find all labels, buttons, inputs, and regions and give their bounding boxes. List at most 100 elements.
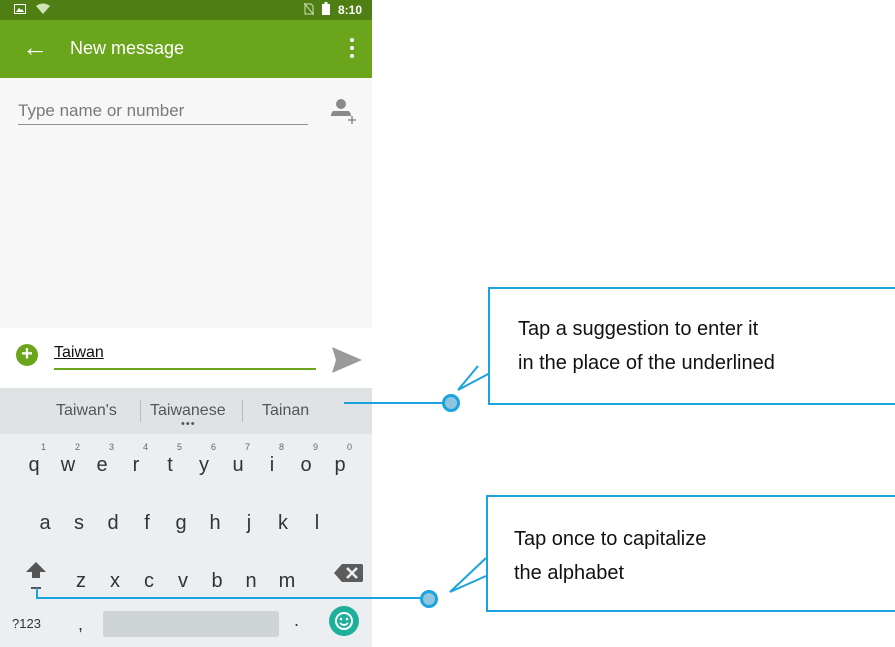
recipients-area (0, 78, 372, 328)
key-r[interactable]: 4r (119, 440, 153, 480)
key-label: f (144, 512, 150, 534)
backspace-key[interactable] (333, 562, 365, 584)
key-hint: 7 (244, 442, 250, 452)
key-n[interactable]: n (234, 556, 268, 596)
suggestion-strip: Taiwan's Taiwanese ••• Tainan (0, 388, 372, 434)
key-t[interactable]: 5t (153, 440, 187, 480)
key-s[interactable]: s (62, 498, 96, 538)
message-input[interactable]: Taiwan (54, 344, 316, 370)
shift-callout: Tap once to capitalize the alphabet (486, 495, 895, 612)
key-p[interactable]: 0p (323, 440, 357, 480)
key-i[interactable]: 8i (255, 440, 289, 480)
key-label: t (167, 454, 173, 476)
wifi-icon (36, 3, 50, 17)
key-hint: 9 (312, 442, 318, 452)
suggestion-1[interactable]: Taiwan's (56, 402, 117, 420)
page-title: New message (70, 38, 185, 58)
key-d[interactable]: d (96, 498, 130, 538)
key-u[interactable]: 7u (221, 440, 255, 480)
period-key[interactable]: . (294, 610, 299, 631)
recipient-input[interactable] (18, 98, 308, 125)
key-label: i (269, 454, 275, 476)
key-label: y (199, 454, 209, 476)
phone-screen: 8:10 ← New message + Taiwan Taiw (0, 0, 372, 647)
key-hint: 5 (176, 442, 182, 452)
suggestion-callout-line1: Tap a suggestion to enter it (518, 318, 759, 340)
key-x[interactable]: x (98, 556, 132, 596)
key-hint: 8 (278, 442, 284, 452)
key-a[interactable]: a (28, 498, 62, 538)
symbols-key[interactable]: ?123 (12, 616, 41, 631)
key-label: m (278, 570, 296, 592)
image-notification-icon (14, 3, 26, 17)
suggestion-callout: Tap a suggestion to enter it in the plac… (488, 287, 895, 405)
shift-callout-line2: the alphabet (514, 562, 625, 584)
key-o[interactable]: 9o (289, 440, 323, 480)
battery-icon (321, 2, 330, 18)
key-w[interactable]: 2w (51, 440, 85, 480)
key-label: j (246, 512, 252, 534)
key-label: r (132, 454, 140, 476)
key-g[interactable]: g (164, 498, 198, 538)
suggestion-divider (140, 400, 141, 422)
app-bar: ← New message (0, 20, 372, 78)
key-v[interactable]: v (166, 556, 200, 596)
smiley-icon (329, 612, 359, 640)
suggestion-divider (242, 400, 243, 422)
key-h[interactable]: h (198, 498, 232, 538)
backspace-icon (333, 564, 365, 588)
key-label: s (74, 512, 84, 534)
add-attachment-button[interactable]: + (16, 344, 38, 366)
key-l[interactable]: l (300, 498, 334, 538)
overflow-menu-icon[interactable] (342, 34, 362, 64)
emoji-key[interactable] (329, 606, 359, 636)
space-bar[interactable] (103, 611, 279, 637)
key-q[interactable]: 1q (17, 440, 51, 480)
message-text: Taiwan (54, 344, 104, 361)
key-c[interactable]: c (132, 556, 166, 596)
no-sim-icon (303, 2, 315, 18)
key-label: d (107, 512, 119, 534)
key-label: o (300, 454, 312, 476)
key-label: h (209, 512, 221, 534)
key-y[interactable]: 6y (187, 440, 221, 480)
back-arrow-icon[interactable]: ← (22, 32, 48, 62)
key-e[interactable]: 3e (85, 440, 119, 480)
suggestion-callout-dot (442, 394, 460, 412)
add-contact-icon[interactable] (328, 96, 358, 126)
key-b[interactable]: b (200, 556, 234, 596)
key-f[interactable]: f (130, 498, 164, 538)
more-suggestions-icon[interactable]: ••• (181, 418, 196, 430)
status-time: 8:10 (337, 3, 362, 17)
key-label: n (245, 570, 257, 592)
status-bar: 8:10 (0, 0, 372, 20)
key-label: c (144, 570, 154, 592)
shift-callout-line1: Tap once to capitalize (514, 528, 707, 550)
key-label: q (28, 454, 40, 476)
key-label: e (96, 454, 108, 476)
key-hint: 0 (346, 442, 352, 452)
key-hint: 1 (40, 442, 46, 452)
key-label: u (232, 454, 244, 476)
key-z[interactable]: z (64, 556, 98, 596)
soft-keyboard: Taiwan's Taiwanese ••• Tainan 1q 2w 3e 4… (0, 388, 372, 647)
key-label: l (314, 512, 320, 534)
compose-bar: + Taiwan (0, 328, 372, 388)
suggestion-3[interactable]: Tainan (262, 402, 309, 420)
suggestion-callout-line2: in the place of the underlined (518, 352, 775, 374)
key-label: a (39, 512, 51, 534)
key-hint: 6 (210, 442, 216, 452)
key-k[interactable]: k (266, 498, 300, 538)
send-icon[interactable] (330, 345, 364, 375)
key-j[interactable]: j (232, 498, 266, 538)
key-hint: 4 (142, 442, 148, 452)
key-label: w (60, 454, 76, 476)
key-label: z (76, 570, 86, 592)
key-hint: 3 (108, 442, 114, 452)
key-label: g (175, 512, 187, 534)
key-m[interactable]: m (270, 556, 304, 596)
shift-callout-leader-stub (36, 588, 38, 598)
key-hint: 2 (74, 442, 80, 452)
comma-key[interactable]: , (78, 614, 83, 635)
shift-callout-leader (36, 597, 428, 599)
